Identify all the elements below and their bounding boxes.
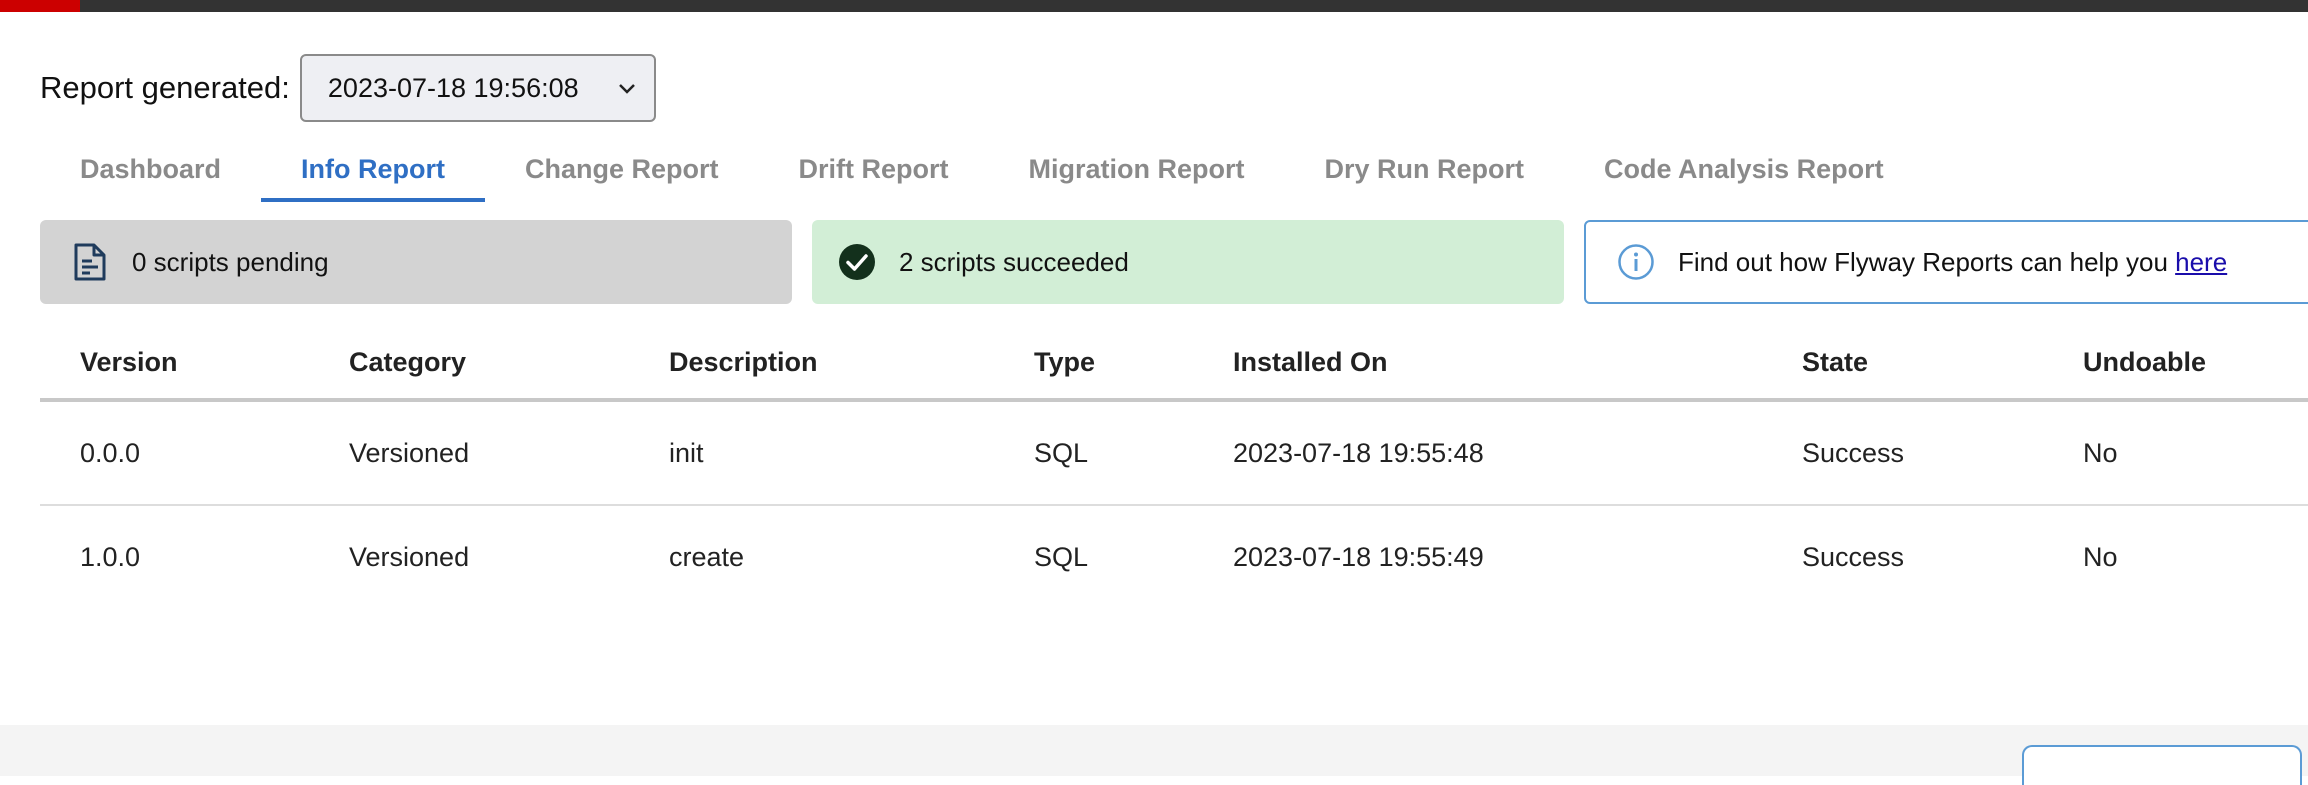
col-state[interactable]: State: [1762, 326, 2043, 402]
footer-button[interactable]: [2022, 745, 2302, 785]
report-date-value: 2023-07-18 19:56:08: [327, 72, 579, 103]
col-category[interactable]: Category: [309, 326, 629, 402]
cell-description: init: [629, 400, 994, 506]
cell-state: Success: [1762, 400, 2043, 506]
success-card: 2 scripts succeeded: [812, 220, 1564, 304]
info-card: Find out how Flyway Reports can help you…: [1584, 220, 2308, 304]
info-here-link[interactable]: here: [2175, 247, 2227, 277]
cell-undoable: No: [2083, 541, 2118, 572]
cell-type: SQL: [1034, 541, 1089, 572]
col-type[interactable]: Type: [994, 326, 1193, 402]
table-row: 0.0.0 Versioned init SQL 2023-07-18 19:5…: [40, 400, 2308, 506]
info-icon: [1616, 242, 1656, 282]
pending-card: 0 scripts pending: [40, 220, 792, 304]
cell-version: 0.0.0: [40, 400, 309, 506]
cell-installed-on: 2023-07-18 19:55:48: [1193, 400, 1762, 506]
cell-category: Versioned: [309, 400, 629, 506]
cell-installed-on: 2023-07-18 19:55:49: [1233, 541, 1484, 572]
document-icon: [70, 242, 110, 282]
col-installed-on[interactable]: Installed On: [1193, 326, 1762, 402]
table-header-row: Version Category Description Type Instal…: [40, 326, 2308, 402]
tab-code-analysis-report[interactable]: Code Analysis Report: [1564, 150, 1924, 202]
tab-dashboard[interactable]: Dashboard: [40, 150, 261, 202]
tab-migration-report[interactable]: Migration Report: [989, 150, 1285, 202]
tab-drift-report[interactable]: Drift Report: [759, 150, 989, 202]
migrations-table: Version Category Description Type Instal…: [40, 326, 2308, 608]
cell-type: SQL: [994, 400, 1193, 506]
chevron-down-icon: [618, 75, 636, 101]
footer-bar: [0, 725, 2308, 785]
report-generated-label: Report generated:: [40, 70, 290, 105]
brand-accent: [0, 0, 80, 12]
tab-dry-run-report[interactable]: Dry Run Report: [1285, 150, 1565, 202]
cell-state: Success: [1802, 541, 1905, 572]
info-message: Find out how Flyway Reports can help you: [1678, 246, 2176, 277]
cell-description: create: [669, 541, 745, 572]
check-circle-icon: [837, 242, 877, 282]
cell-undoable: No: [2043, 400, 2308, 506]
cell-version: 1.0.0: [80, 541, 141, 572]
success-text: 2 scripts succeeded: [899, 246, 1129, 277]
info-text: Find out how Flyway Reports can help you…: [1678, 247, 2227, 278]
cell-category: Versioned: [349, 541, 470, 572]
top-bar: [0, 0, 2308, 12]
report-selector-row: Report generated: 2023-07-18 19:56:08: [40, 52, 656, 124]
tab-change-report[interactable]: Change Report: [485, 150, 759, 202]
col-description[interactable]: Description: [629, 326, 994, 402]
table-row: 1.0.0 Versioned create SQL 2023-07-18 19…: [40, 505, 2308, 608]
report-date-select[interactable]: 2023-07-18 19:56:08: [299, 54, 656, 122]
tab-info-report[interactable]: Info Report: [261, 150, 486, 202]
report-tabs: Dashboard Info Report Change Report Drif…: [40, 150, 1924, 202]
col-undoable[interactable]: Undoable: [2043, 326, 2308, 402]
pending-text: 0 scripts pending: [132, 246, 329, 277]
summary-cards: 0 scripts pending 2 scripts succeeded Fi…: [40, 220, 2308, 304]
col-version[interactable]: Version: [40, 326, 309, 402]
